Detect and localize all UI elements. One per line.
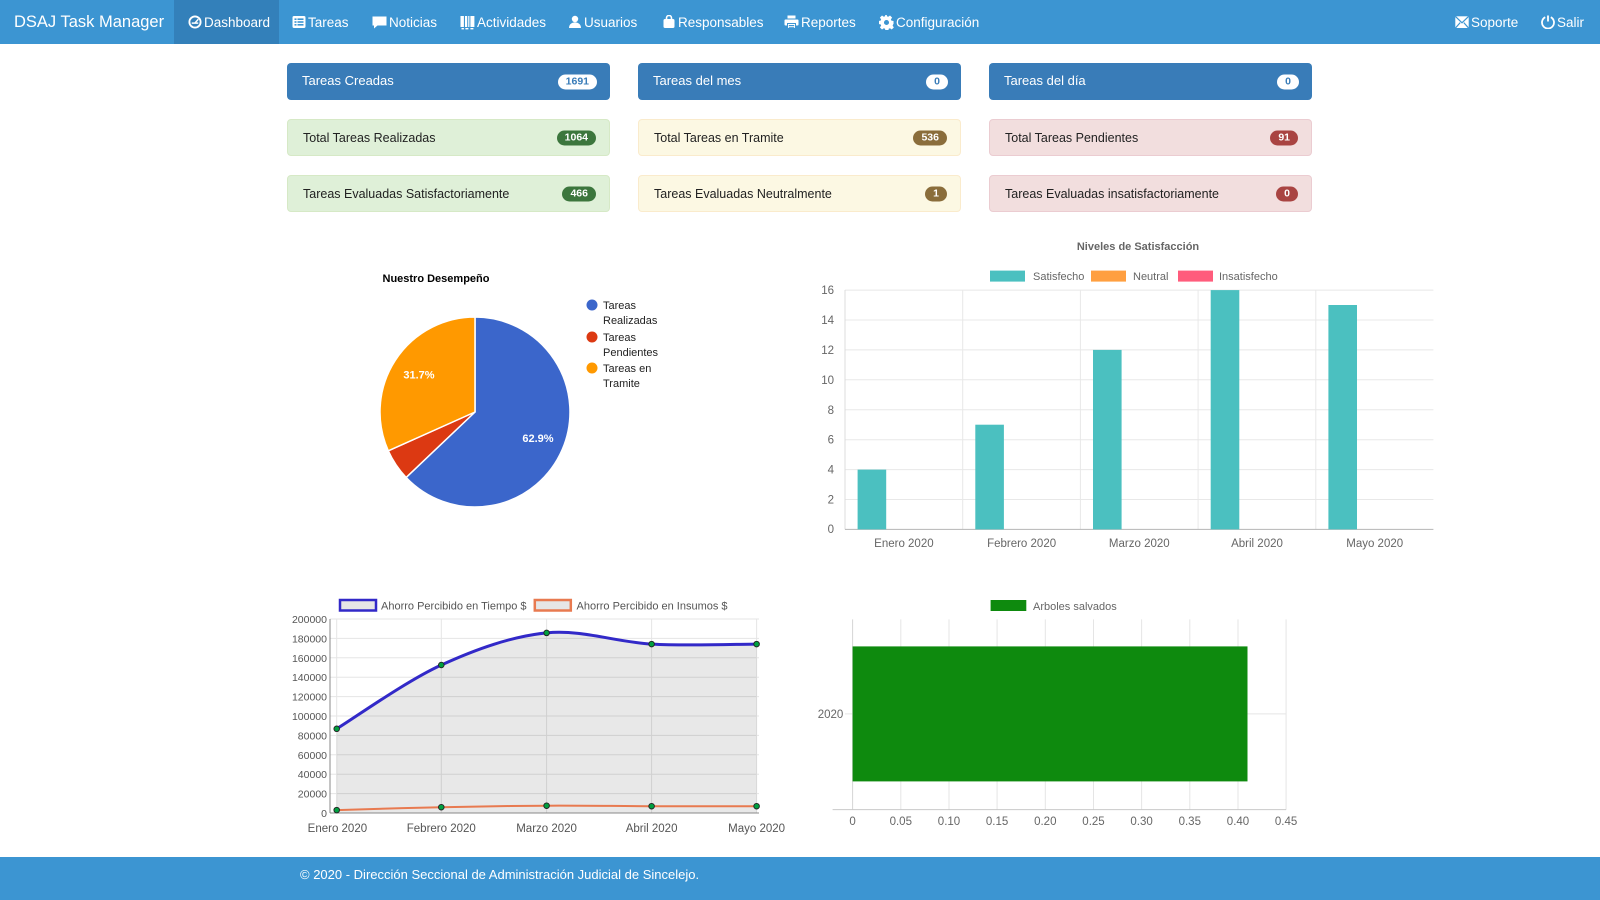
svg-text:80000: 80000 — [298, 730, 327, 742]
svg-text:0: 0 — [849, 816, 855, 828]
svg-text:60000: 60000 — [298, 750, 327, 762]
svg-text:Arboles salvados: Arboles salvados — [1033, 601, 1117, 613]
svg-text:0.35: 0.35 — [1179, 816, 1201, 828]
svg-text:2020: 2020 — [818, 709, 844, 721]
svg-text:140000: 140000 — [292, 672, 327, 684]
svg-text:0.45: 0.45 — [1275, 816, 1297, 828]
svg-text:Enero 2020: Enero 2020 — [308, 823, 367, 835]
svg-text:Neutral: Neutral — [1133, 271, 1168, 283]
svg-text:Febrero 2020: Febrero 2020 — [407, 823, 476, 835]
svg-text:Abril 2020: Abril 2020 — [1231, 538, 1283, 550]
svg-text:160000: 160000 — [292, 653, 327, 665]
svg-text:20000: 20000 — [298, 789, 327, 801]
svg-text:2: 2 — [828, 495, 834, 507]
svg-text:Ahorro Percibido en Tiempo $: Ahorro Percibido en Tiempo $ — [381, 601, 527, 613]
svg-text:12: 12 — [821, 345, 834, 357]
svg-text:Mayo 2020: Mayo 2020 — [728, 823, 785, 835]
svg-text:100000: 100000 — [292, 711, 327, 723]
svg-text:0.05: 0.05 — [890, 816, 912, 828]
svg-text:200000: 200000 — [292, 614, 327, 626]
svg-text:6: 6 — [828, 435, 834, 447]
svg-text:0.20: 0.20 — [1034, 816, 1056, 828]
svg-text:0.25: 0.25 — [1082, 816, 1104, 828]
svg-text:Insatisfecho: Insatisfecho — [1219, 271, 1278, 283]
svg-text:Marzo 2020: Marzo 2020 — [516, 823, 577, 835]
svg-text:Enero 2020: Enero 2020 — [874, 538, 933, 550]
svg-text:62.9%: 62.9% — [522, 433, 553, 445]
svg-text:0.30: 0.30 — [1130, 816, 1152, 828]
svg-text:Mayo 2020: Mayo 2020 — [1346, 538, 1403, 550]
svg-text:Marzo 2020: Marzo 2020 — [1109, 538, 1170, 550]
svg-text:Tareas: Tareas — [603, 300, 637, 312]
svg-text:31.7%: 31.7% — [403, 370, 434, 382]
svg-text:Satisfecho: Satisfecho — [1033, 271, 1084, 283]
svg-text:120000: 120000 — [292, 692, 327, 704]
svg-text:10: 10 — [821, 375, 834, 387]
svg-text:Abril 2020: Abril 2020 — [626, 823, 678, 835]
svg-text:Tramite: Tramite — [603, 378, 640, 390]
svg-text:Realizadas: Realizadas — [603, 315, 658, 327]
svg-text:Tareas en: Tareas en — [603, 363, 651, 375]
svg-text:4: 4 — [828, 465, 835, 477]
svg-text:Ahorro Percibido en Insumos $: Ahorro Percibido en Insumos $ — [577, 601, 728, 613]
svg-text:40000: 40000 — [298, 769, 327, 781]
svg-text:0.15: 0.15 — [986, 816, 1008, 828]
svg-text:Nuestro Desempeño: Nuestro Desempeño — [383, 273, 490, 285]
svg-text:0.10: 0.10 — [938, 816, 960, 828]
svg-text:180000: 180000 — [292, 633, 327, 645]
svg-text:Febrero 2020: Febrero 2020 — [987, 538, 1056, 550]
svg-text:Pendientes: Pendientes — [603, 347, 659, 359]
svg-text:0.40: 0.40 — [1227, 816, 1249, 828]
svg-text:14: 14 — [821, 315, 834, 327]
svg-text:0: 0 — [321, 808, 327, 820]
svg-text:Niveles de Satisfacción: Niveles de Satisfacción — [1077, 241, 1200, 253]
svg-text:Tareas: Tareas — [603, 332, 637, 344]
svg-text:8: 8 — [828, 405, 834, 417]
svg-text:0: 0 — [828, 524, 834, 536]
svg-text:16: 16 — [821, 285, 834, 297]
